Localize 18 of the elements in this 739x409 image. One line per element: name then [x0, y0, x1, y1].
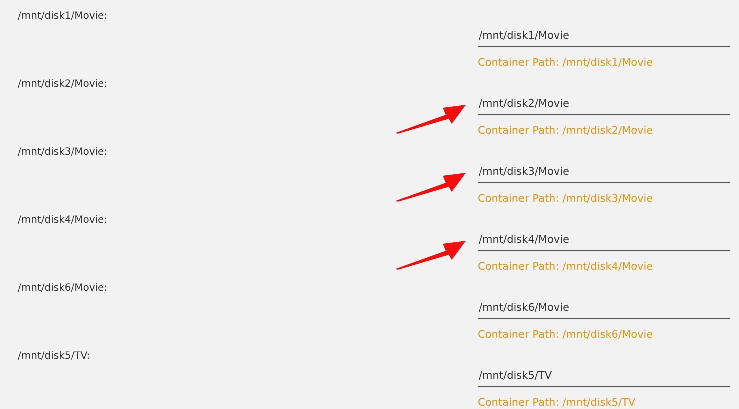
host-path-field[interactable]: /mnt/disk4/Movie	[478, 230, 730, 251]
host-path-field[interactable]: /mnt/disk6/Movie	[478, 298, 730, 319]
host-path-field[interactable]: /mnt/disk3/Movie	[478, 162, 730, 183]
container-path-text: Container Path: /mnt/disk3/Movie	[478, 192, 654, 206]
path-label: /mnt/disk3/Movie:	[17, 146, 109, 160]
path-label: /mnt/disk5/TV:	[17, 350, 92, 364]
host-path-field[interactable]: /mnt/disk5/TV	[478, 366, 730, 387]
path-label: /mnt/disk1/Movie:	[17, 10, 109, 24]
container-path-text: Container Path: /mnt/disk6/Movie	[478, 328, 654, 342]
host-path-field[interactable]: /mnt/disk1/Movie	[478, 26, 730, 47]
container-path-text: Container Path: /mnt/disk1/Movie	[478, 56, 654, 70]
path-label: /mnt/disk6/Movie:	[17, 282, 109, 296]
container-path-text: Container Path: /mnt/disk5/TV	[478, 396, 637, 409]
container-path-text: Container Path: /mnt/disk2/Movie	[478, 124, 654, 138]
host-path-field[interactable]: /mnt/disk2/Movie	[478, 94, 730, 115]
path-label: /mnt/disk2/Movie:	[17, 78, 109, 92]
container-path-text: Container Path: /mnt/disk4/Movie	[478, 260, 654, 274]
path-label: /mnt/disk4/Movie:	[17, 214, 109, 228]
